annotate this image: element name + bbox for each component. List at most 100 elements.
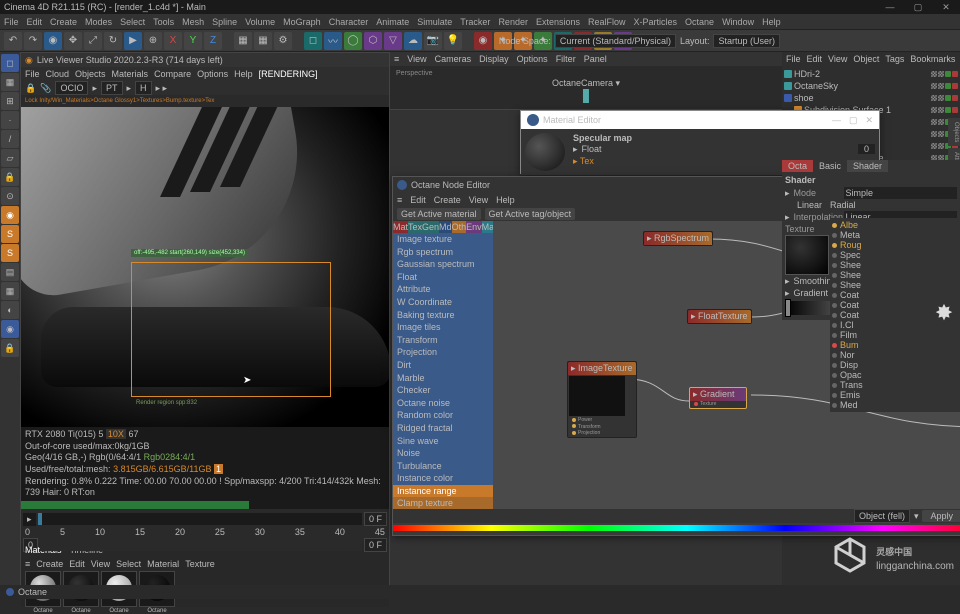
persp-menu-item[interactable]: Options (517, 54, 548, 64)
persp-menu-item[interactable]: Panel (584, 54, 607, 64)
ne-category-tab[interactable]: Gen (422, 221, 439, 233)
apply-button[interactable]: Apply (922, 510, 960, 522)
material-slot[interactable]: Shee (832, 260, 958, 270)
persp-menu-item[interactable]: Filter (556, 54, 576, 64)
lv-clip-icon[interactable]: 📎 (40, 83, 51, 94)
tree-row[interactable]: OctaneSky (784, 80, 958, 92)
menu-tools[interactable]: Tools (153, 17, 174, 27)
nurbs-icon[interactable]: ◯ (344, 32, 362, 50)
menu-help[interactable]: Help (762, 17, 781, 27)
node-list-item[interactable]: Projection (393, 346, 493, 359)
render-settings-icon[interactable]: ⚙ (274, 32, 292, 50)
material-slot[interactable]: Albe (832, 220, 958, 230)
node-rgbspectrum[interactable]: ▸ RgbSpectrum (643, 231, 713, 246)
node-list-item[interactable]: Image texture (393, 233, 493, 246)
rotate-icon[interactable]: ↻ (104, 32, 122, 50)
node-list-item[interactable]: Sine wave (393, 435, 493, 448)
menu-mograph[interactable]: MoGraph (283, 17, 321, 27)
octane-tex-icon[interactable]: ▦ (1, 282, 19, 300)
camera-icon[interactable]: 📷 (424, 32, 442, 50)
material-slot[interactable]: Coat (832, 290, 958, 300)
lv-menu-item[interactable]: Options (197, 69, 228, 79)
minimize-button[interactable]: — (876, 0, 904, 14)
ne-category-tab[interactable]: Tex (408, 221, 422, 233)
node-space-dropdown[interactable]: Current (Standard/Physical) (555, 34, 676, 48)
mat-menu-item[interactable]: Material (147, 559, 179, 567)
lv-menu-item[interactable]: Materials (112, 69, 149, 79)
menu-extensions[interactable]: Extensions (536, 17, 580, 27)
perspective-viewport[interactable]: Perspective OctaneCamera ▾ (390, 66, 782, 110)
node-list-item[interactable]: Noise (393, 447, 493, 460)
time-end-field[interactable]: 0 F (364, 538, 387, 552)
lv-menu-item[interactable]: File (25, 69, 40, 79)
pt-dropdown[interactable]: PT (101, 81, 123, 95)
lv-menu-item[interactable]: Objects (75, 69, 106, 79)
obj-menu-item[interactable]: Object (853, 54, 879, 64)
render-pv-icon[interactable]: ▦ (254, 32, 272, 50)
spline-icon[interactable]: 〰 (324, 32, 342, 50)
obj-menu-item[interactable]: Tags (885, 54, 904, 64)
menu-edit[interactable]: Edit (27, 17, 43, 27)
objects-tab[interactable]: Objects (948, 118, 960, 146)
node-list-item[interactable]: Gaussian spectrum (393, 258, 493, 271)
menu-simulate[interactable]: Simulate (417, 17, 452, 27)
obj-dropdown[interactable]: Object (fell) (854, 509, 910, 523)
menu-animate[interactable]: Animate (376, 17, 409, 27)
live-select-icon[interactable]: ◉ (44, 32, 62, 50)
menu-window[interactable]: Window (722, 17, 754, 27)
material-slot[interactable]: Film (832, 330, 958, 340)
time-start-field[interactable]: 0 F (364, 512, 387, 526)
node-list-item[interactable]: Float (393, 271, 493, 284)
lock-icon[interactable]: 🔒 (1, 168, 19, 186)
obj-menu-item[interactable]: View (828, 54, 847, 64)
tree-row[interactable]: shoe (784, 92, 958, 104)
scale-icon[interactable]: ⤢ (84, 32, 102, 50)
octane-settings-icon[interactable]: S (1, 225, 19, 243)
ne-menu-item[interactable]: Create (434, 195, 461, 205)
model-mode-icon[interactable]: ◻ (1, 54, 19, 72)
node-gradient[interactable]: ▸ Gradient Texture (689, 387, 747, 409)
node-list-item[interactable]: Transform (393, 334, 493, 347)
node-list-item[interactable]: Baking texture (393, 309, 493, 322)
obj-menu-item[interactable]: Edit (807, 54, 823, 64)
ne-menu-item[interactable]: Edit (410, 195, 426, 205)
obj-menu-item[interactable]: File (786, 54, 801, 64)
obj-menu-item[interactable]: Bookmarks (910, 54, 955, 64)
timeline[interactable]: ▸ 0 F 051015202530354045 0 0 F (21, 509, 389, 543)
generator-icon[interactable]: ⬡ (364, 32, 382, 50)
material-slot[interactable]: Bum (832, 340, 958, 350)
texture-mode-icon[interactable]: ▦ (1, 73, 19, 91)
mat-menu-item[interactable]: View (91, 559, 110, 567)
node-list-item[interactable]: Octane noise (393, 397, 493, 410)
material-slot[interactable]: Roug (832, 240, 958, 250)
persp-menu-item[interactable]: Display (479, 54, 509, 64)
layout-dropdown[interactable]: Startup (User) (713, 34, 780, 48)
undo-icon[interactable]: ↶ (4, 32, 22, 50)
render-icon[interactable]: ▦ (234, 32, 252, 50)
redo-icon[interactable]: ↷ (24, 32, 42, 50)
menu-modes[interactable]: Modes (85, 17, 112, 27)
material-slot[interactable]: Nor (832, 350, 958, 360)
close-button[interactable]: ✕ (932, 0, 960, 14)
ne-menu-item[interactable]: View (469, 195, 488, 205)
menu-create[interactable]: Create (50, 17, 77, 27)
material-slot[interactable]: Med (832, 400, 958, 410)
lv-menu-item[interactable]: Help (234, 69, 253, 79)
material-slot[interactable]: Opac (832, 370, 958, 380)
hdri-icon[interactable]: ◉ (1, 320, 19, 338)
play-icon[interactable]: ▶ (124, 32, 142, 50)
node-list-item[interactable]: Instance color (393, 472, 493, 485)
menu-realflow[interactable]: RealFlow (588, 17, 626, 27)
mat-menu-item[interactable]: Select (116, 559, 141, 567)
light-icon[interactable]: 💡 (444, 32, 462, 50)
coord-icon[interactable]: ⊕ (144, 32, 162, 50)
menu-render[interactable]: Render (498, 17, 528, 27)
render-region[interactable] (131, 262, 331, 397)
menu-octane[interactable]: Octane (685, 17, 714, 27)
xaxis-icon[interactable]: X (164, 32, 182, 50)
node-list-item[interactable]: Dirt (393, 359, 493, 372)
menu-character[interactable]: Character (329, 17, 369, 27)
material-slot[interactable]: Disp (832, 360, 958, 370)
material-slot[interactable]: Spec (832, 250, 958, 260)
persp-menu-item[interactable]: Cameras (435, 54, 472, 64)
